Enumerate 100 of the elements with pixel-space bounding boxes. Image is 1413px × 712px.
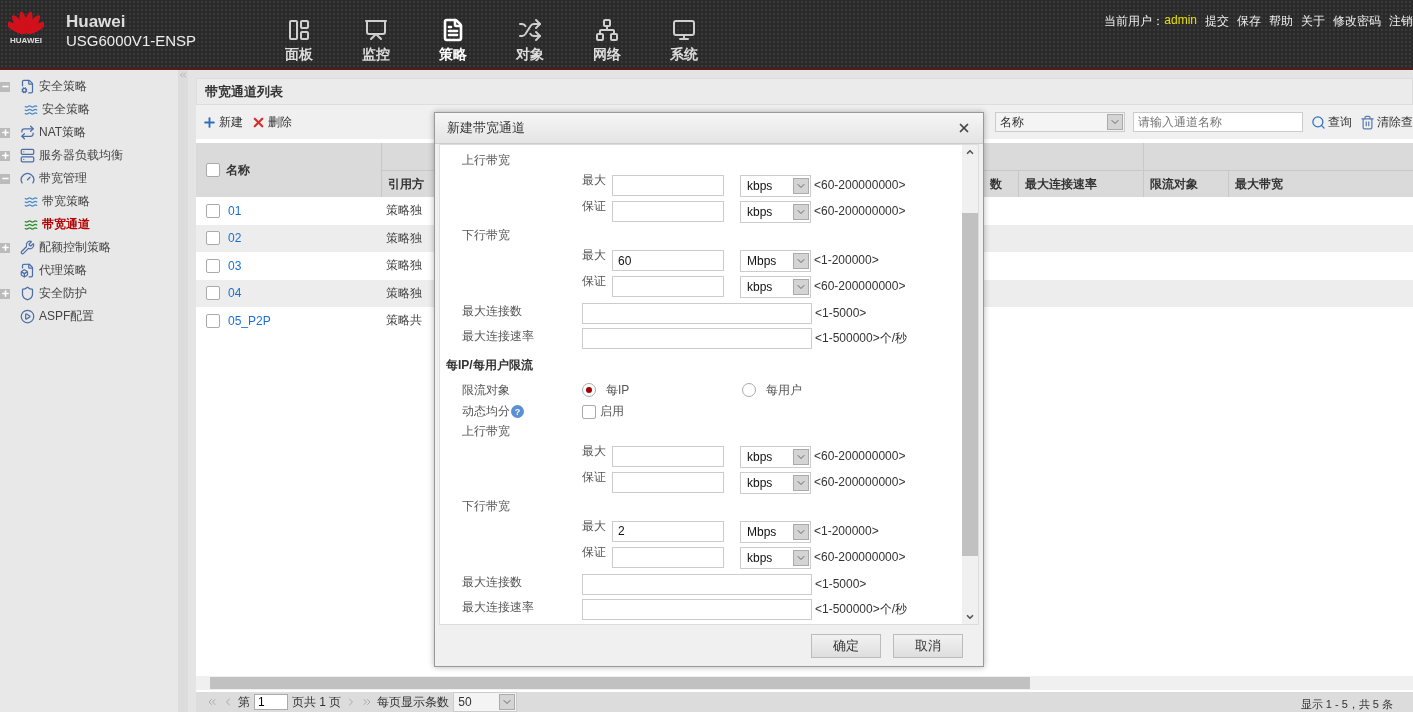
server-icon (20, 148, 35, 163)
scrollbar-thumb[interactable] (210, 677, 1030, 689)
per-page-select[interactable]: 50 (453, 692, 518, 712)
sidebar-item[interactable]: 带宽策略 (42, 193, 90, 210)
checkbox[interactable] (206, 258, 220, 273)
cancel-button[interactable]: 取消 (893, 633, 963, 658)
header-link[interactable]: 保存 (1237, 13, 1261, 30)
input-field[interactable] (612, 471, 724, 493)
close-icon[interactable] (957, 121, 971, 135)
input-field[interactable] (612, 174, 724, 196)
input-field[interactable] (582, 328, 812, 350)
new-button[interactable]: 新建 (202, 113, 243, 131)
checkbox[interactable] (206, 203, 220, 218)
input-field[interactable] (612, 201, 724, 223)
input-field[interactable] (582, 302, 812, 324)
collapse-toggle[interactable] (0, 81, 10, 92)
collapse-toggle[interactable] (0, 173, 10, 184)
field-label: 最大 (582, 247, 607, 265)
header-link[interactable]: 帮助 (1269, 13, 1293, 30)
field-label: 保证 (582, 273, 607, 291)
channel-link[interactable]: 03 (228, 258, 242, 273)
clear-button[interactable]: 清除查 (1360, 113, 1413, 131)
delete-button[interactable]: 删除 (251, 113, 292, 131)
checkbox[interactable] (206, 163, 220, 177)
checkbox[interactable] (206, 231, 220, 246)
unit-select[interactable]: kbps (740, 445, 811, 468)
unit-select[interactable]: kbps (740, 276, 811, 299)
checkbox[interactable] (206, 313, 220, 328)
sidebar-item[interactable]: NAT策略 (39, 124, 87, 141)
input-field[interactable] (582, 573, 812, 595)
column-header: 限流对象 (1150, 175, 1198, 193)
scroll-down-icon[interactable] (965, 612, 975, 622)
unit-select[interactable]: kbps (740, 201, 811, 224)
subitem-icon (24, 194, 38, 209)
table-cell-text: 策略共 (385, 312, 422, 330)
checkbox[interactable] (582, 404, 596, 419)
input-field[interactable] (612, 547, 724, 569)
unit-select[interactable]: kbps (740, 547, 811, 570)
unit-select[interactable]: Mbps (740, 250, 811, 273)
checkbox-option[interactable]: 启用 (582, 403, 742, 421)
user-name: admin (1164, 13, 1197, 27)
document-icon (20, 263, 35, 278)
header-link[interactable]: 注销 (1389, 13, 1413, 30)
sidebar-item[interactable]: ASPF配置 (39, 308, 95, 325)
sidebar-item[interactable]: 服务器负载均衡 (39, 147, 123, 164)
input-field[interactable]: 60 (612, 250, 724, 272)
expand-toggle[interactable] (0, 288, 10, 299)
channel-link[interactable]: 04 (228, 286, 242, 301)
column-header: 名称 (226, 161, 250, 179)
radio[interactable] (742, 383, 756, 398)
checkbox[interactable] (206, 286, 220, 301)
sidebar-item[interactable]: 带宽通道 (42, 216, 90, 233)
expand-toggle[interactable] (0, 150, 10, 161)
scrollbar-thumb[interactable] (962, 213, 978, 556)
first-page-icon[interactable] (206, 696, 218, 708)
range-hint: <1-500000>个/秒 (815, 600, 908, 618)
input-field[interactable] (612, 445, 724, 467)
collapse-icon[interactable] (178, 70, 188, 80)
header-link[interactable]: 修改密码 (1333, 13, 1381, 30)
field-label: 限流对象 (461, 381, 511, 399)
sidebar-item[interactable]: 代理策略 (39, 262, 87, 279)
nav-tab[interactable]: 网络 (568, 0, 645, 68)
header-link[interactable]: 提交 (1205, 13, 1229, 30)
sidebar-item[interactable]: 配额控制策略 (39, 239, 111, 256)
document-icon (20, 79, 35, 94)
expand-toggle[interactable] (0, 127, 10, 138)
header-link[interactable]: 关于 (1301, 13, 1325, 30)
unit-select[interactable]: kbps (740, 174, 811, 197)
logo-icon (8, 8, 44, 34)
radio-option[interactable]: 每IP (582, 381, 742, 399)
field-label: 最大连接速率 (461, 598, 535, 616)
channel-link[interactable]: 01 (228, 203, 242, 218)
sidebar-item[interactable]: 安全策略 (39, 78, 87, 95)
unit-select[interactable]: kbps (740, 471, 811, 494)
input-field[interactable] (582, 598, 812, 620)
radio-option[interactable]: 每用户 (742, 381, 902, 399)
subitem-icon (24, 102, 38, 117)
nav-tab[interactable]: 面板 (260, 0, 337, 68)
scroll-up-icon[interactable] (965, 147, 975, 157)
sidebar-item[interactable]: 安全策略 (42, 101, 90, 118)
filter-select[interactable]: 名称 (995, 112, 1125, 132)
channel-link[interactable]: 05_P2P (228, 313, 271, 328)
radio[interactable] (582, 383, 596, 398)
input-field[interactable] (612, 276, 724, 298)
search-field[interactable]: 请输入通道名称 (1133, 112, 1303, 132)
sidebar-item[interactable]: 安全防护 (39, 285, 87, 302)
query-button[interactable]: 查询 (1311, 113, 1352, 131)
page-input[interactable]: 1 (254, 694, 288, 710)
unit-select[interactable]: Mbps (740, 520, 811, 543)
nav-tab[interactable]: 对象 (491, 0, 568, 68)
nav-tab[interactable]: 策略 (414, 0, 491, 68)
nav-tab[interactable]: 监控 (337, 0, 414, 68)
channel-link[interactable]: 02 (228, 231, 242, 246)
expand-toggle[interactable] (0, 242, 10, 253)
confirm-button[interactable]: 确定 (811, 633, 881, 658)
nav-tab[interactable]: 系统 (645, 0, 722, 68)
group-label: 下行带宽 (462, 498, 510, 516)
input-field[interactable]: 2 (612, 520, 724, 542)
product-model: USG6000V1-ENSP (66, 32, 198, 49)
sidebar-item[interactable]: 带宽管理 (39, 170, 87, 187)
